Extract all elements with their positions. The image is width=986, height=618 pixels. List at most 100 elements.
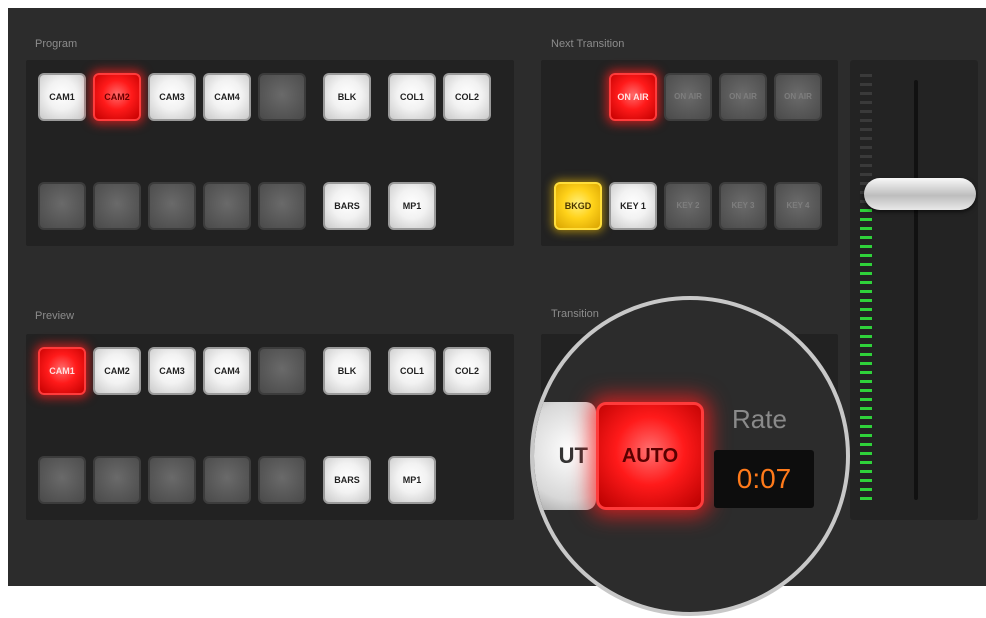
meter-led [860, 317, 872, 320]
meter-led [860, 263, 872, 266]
meter-led [860, 137, 872, 140]
program-cam2-button[interactable]: CAM2 [93, 73, 141, 121]
meter-led [860, 236, 872, 239]
meter-led [860, 146, 872, 149]
meter-led [860, 398, 872, 401]
meter-led [860, 470, 872, 473]
next-transition-label: Next Transition [551, 38, 625, 50]
meter-led [860, 407, 872, 410]
meter-led [860, 101, 872, 104]
meter-led [860, 110, 872, 113]
meter-led [860, 299, 872, 302]
level-meter [860, 74, 874, 506]
preview-empty-button[interactable] [258, 347, 306, 395]
meter-led [860, 155, 872, 158]
program-empty-button[interactable] [38, 182, 86, 230]
program-col2-button[interactable]: COL2 [443, 73, 491, 121]
meter-led [860, 425, 872, 428]
program-empty-button[interactable] [203, 182, 251, 230]
meter-led [860, 371, 872, 374]
meter-led [860, 92, 872, 95]
key4-button[interactable]: KEY 4 [774, 182, 822, 230]
meter-led [860, 443, 872, 446]
preview-cam2-button[interactable]: CAM2 [93, 347, 141, 395]
meter-led [860, 254, 872, 257]
on-air-button[interactable]: ON AIR [719, 73, 767, 121]
meter-led [860, 434, 872, 437]
preview-bus: CAM1 CAM2 CAM3 CAM4 BLK COL1 COL2 BARS M… [26, 334, 514, 520]
preview-empty-button[interactable] [258, 456, 306, 504]
meter-led [860, 272, 872, 275]
preview-bars-button[interactable]: BARS [323, 456, 371, 504]
preview-empty-button[interactable] [93, 456, 141, 504]
rate-label: Rate [732, 404, 787, 434]
meter-led [860, 497, 872, 500]
meter-led [860, 74, 872, 77]
program-blk-button[interactable]: BLK [323, 73, 371, 121]
meter-led [860, 380, 872, 383]
preview-label: Preview [35, 310, 75, 322]
meter-led [860, 173, 872, 176]
program-empty-button[interactable] [258, 73, 306, 121]
cut-button[interactable]: UT [534, 402, 596, 510]
meter-led [860, 479, 872, 482]
on-air-button[interactable]: ON AIR [609, 73, 657, 121]
preview-empty-button[interactable] [203, 456, 251, 504]
on-air-button[interactable]: ON AIR [664, 73, 712, 121]
program-cam1-button[interactable]: CAM1 [38, 73, 86, 121]
program-label: Program [35, 38, 78, 50]
preview-col2-button[interactable]: COL2 [443, 347, 491, 395]
rate-display[interactable]: 0:07 [714, 450, 814, 508]
preview-cam1-button[interactable]: CAM1 [38, 347, 86, 395]
program-cam3-button[interactable]: CAM3 [148, 73, 196, 121]
meter-led [860, 227, 872, 230]
program-empty-button[interactable] [258, 182, 306, 230]
meter-led [860, 164, 872, 167]
preview-cam4-button[interactable]: CAM4 [203, 347, 251, 395]
program-bus: CAM1 CAM2 CAM3 CAM4 BLK COL1 COL2 BARS M… [26, 60, 514, 246]
transition-label: Transition [551, 308, 599, 320]
preview-mp1-button[interactable]: MP1 [388, 456, 436, 504]
auto-button[interactable]: AUTO [596, 402, 704, 510]
meter-led [860, 209, 872, 212]
meter-led [860, 452, 872, 455]
program-cam4-button[interactable]: CAM4 [203, 73, 251, 121]
next-transition-group: ON AIR ON AIR ON AIR ON AIR BKGD KEY 1 K… [541, 60, 838, 246]
meter-led [860, 281, 872, 284]
key2-button[interactable]: KEY 2 [664, 182, 712, 230]
meter-led [860, 119, 872, 122]
program-col1-button[interactable]: COL1 [388, 73, 436, 121]
meter-led [860, 335, 872, 338]
program-empty-button[interactable] [93, 182, 141, 230]
meter-led [860, 218, 872, 221]
meter-led [860, 461, 872, 464]
meter-led [860, 344, 872, 347]
meter-led [860, 389, 872, 392]
meter-led [860, 128, 872, 131]
preview-empty-button[interactable] [38, 456, 86, 504]
meter-led [860, 353, 872, 356]
meter-led [860, 362, 872, 365]
meter-led [860, 488, 872, 491]
preview-col1-button[interactable]: COL1 [388, 347, 436, 395]
tbar-track [914, 80, 918, 500]
meter-led [860, 245, 872, 248]
program-empty-button[interactable] [148, 182, 196, 230]
preview-blk-button[interactable]: BLK [323, 347, 371, 395]
meter-led [860, 416, 872, 419]
meter-led [860, 83, 872, 86]
tbar-panel [850, 60, 978, 520]
bkgd-button[interactable]: BKGD [554, 182, 602, 230]
key1-button[interactable]: KEY 1 [609, 182, 657, 230]
meter-led [860, 308, 872, 311]
on-air-button[interactable]: ON AIR [774, 73, 822, 121]
key3-button[interactable]: KEY 3 [719, 182, 767, 230]
program-mp1-button[interactable]: MP1 [388, 182, 436, 230]
preview-empty-button[interactable] [148, 456, 196, 504]
tbar-handle[interactable] [864, 178, 976, 210]
preview-cam3-button[interactable]: CAM3 [148, 347, 196, 395]
program-bars-button[interactable]: BARS [323, 182, 371, 230]
magnifier-lens: UT AUTO Rate 0:07 [530, 296, 850, 616]
meter-led [860, 290, 872, 293]
meter-led [860, 326, 872, 329]
